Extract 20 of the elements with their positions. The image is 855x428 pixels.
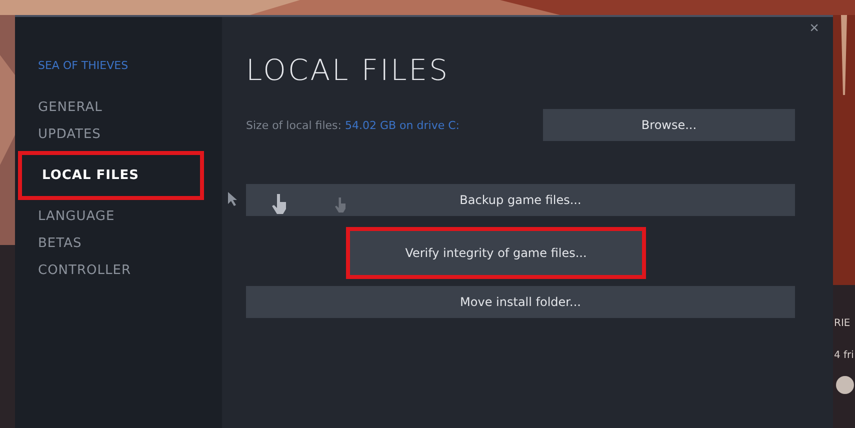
pointer-icon (228, 192, 238, 206)
action-button[interactable]: Verify integrity of game files... (346, 227, 646, 279)
game-title: SEA OF THIEVES (37, 59, 130, 72)
close-button[interactable]: × (804, 19, 825, 39)
hand-cursor-icon (335, 197, 347, 213)
background-text: 4 fri (834, 350, 854, 361)
action-button[interactable]: Backup game files... (246, 184, 795, 216)
sidebar-item[interactable]: GENERAL (15, 94, 222, 121)
sidebar-item[interactable]: LANGUAGE (15, 203, 222, 230)
hand-cursor-icon (272, 194, 288, 214)
sidebar-item[interactable]: LOCAL FILES (18, 151, 204, 200)
size-text: Size of local files: 54.02 GB on drive C: (246, 118, 460, 132)
page-title: LOCAL FILES (246, 53, 451, 87)
drive-link[interactable]: 54.02 GB on drive C: (345, 118, 460, 132)
sidebar-item[interactable]: UPDATES (15, 121, 222, 148)
browse-button[interactable]: Browse... (543, 109, 795, 141)
action-button[interactable]: Move install folder... (246, 286, 795, 318)
sidebar-item[interactable]: BETAS (15, 230, 222, 257)
sidebar-item[interactable]: CONTROLLER (15, 257, 222, 284)
background-text: RIE (834, 318, 850, 329)
